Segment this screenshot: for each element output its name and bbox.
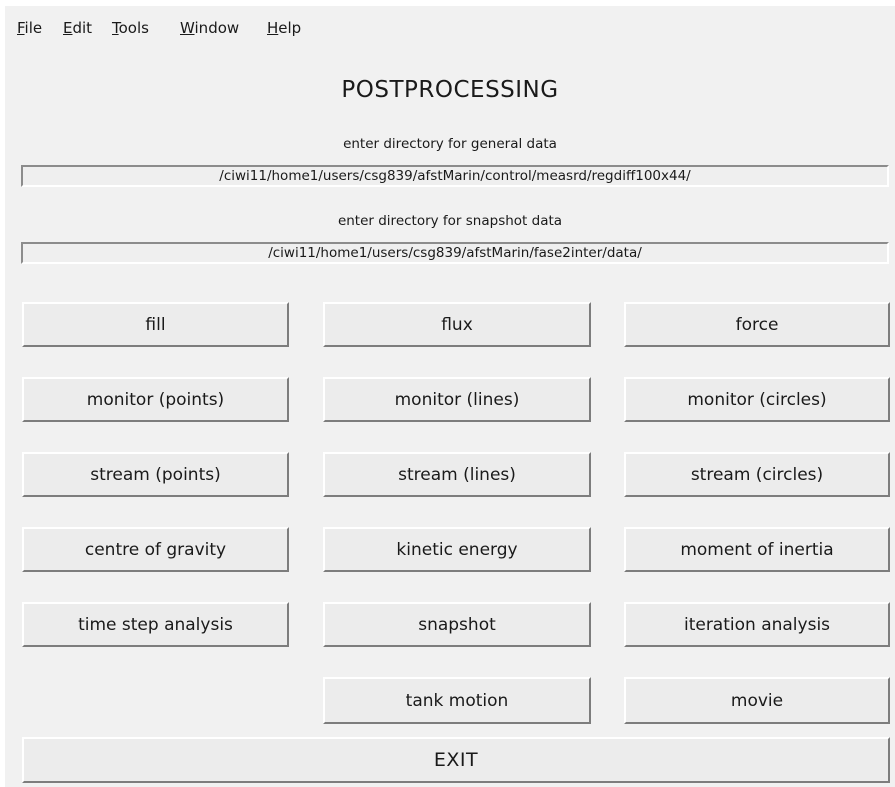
- menu-window[interactable]: Window: [180, 19, 239, 37]
- monitor-lines-button[interactable]: monitor (lines): [323, 377, 591, 422]
- general-data-prompt: enter directory for general data: [343, 136, 557, 152]
- iteration-analysis-button[interactable]: iteration analysis: [624, 602, 890, 647]
- page-title: POSTPROCESSING: [341, 77, 559, 103]
- postprocessing-window: File Edit Tools Window Help POSTPROCESSI…: [5, 6, 895, 787]
- menu-bar: File Edit Tools Window Help: [5, 6, 895, 38]
- general-data-directory-field[interactable]: /ciwi11/home1/users/csg839/afstMarin/con…: [21, 165, 889, 187]
- menu-help[interactable]: Help: [267, 19, 301, 37]
- stream-lines-button[interactable]: stream (lines): [323, 452, 591, 497]
- fill-button[interactable]: fill: [22, 302, 289, 347]
- menu-edit[interactable]: Edit: [63, 19, 92, 37]
- snapshot-button[interactable]: snapshot: [323, 602, 591, 647]
- moment-of-inertia-button[interactable]: moment of inertia: [624, 527, 890, 572]
- menu-file[interactable]: File: [17, 19, 42, 37]
- movie-button[interactable]: movie: [624, 677, 890, 724]
- kinetic-energy-button[interactable]: kinetic energy: [323, 527, 591, 572]
- tank-motion-button[interactable]: tank motion: [323, 677, 591, 724]
- snapshot-data-prompt: enter directory for snapshot data: [337, 213, 563, 229]
- exit-button[interactable]: EXIT: [22, 737, 890, 783]
- stream-points-button[interactable]: stream (points): [22, 452, 289, 497]
- flux-button[interactable]: flux: [323, 302, 591, 347]
- snapshot-data-directory-field[interactable]: /ciwi11/home1/users/csg839/afstMarin/fas…: [21, 242, 889, 264]
- monitor-circles-button[interactable]: monitor (circles): [624, 377, 890, 422]
- centre-of-gravity-button[interactable]: centre of gravity: [22, 527, 289, 572]
- monitor-points-button[interactable]: monitor (points): [22, 377, 289, 422]
- force-button[interactable]: force: [624, 302, 890, 347]
- time-step-analysis-button[interactable]: time step analysis: [22, 602, 289, 647]
- stream-circles-button[interactable]: stream (circles): [624, 452, 890, 497]
- menu-tools[interactable]: Tools: [112, 19, 149, 37]
